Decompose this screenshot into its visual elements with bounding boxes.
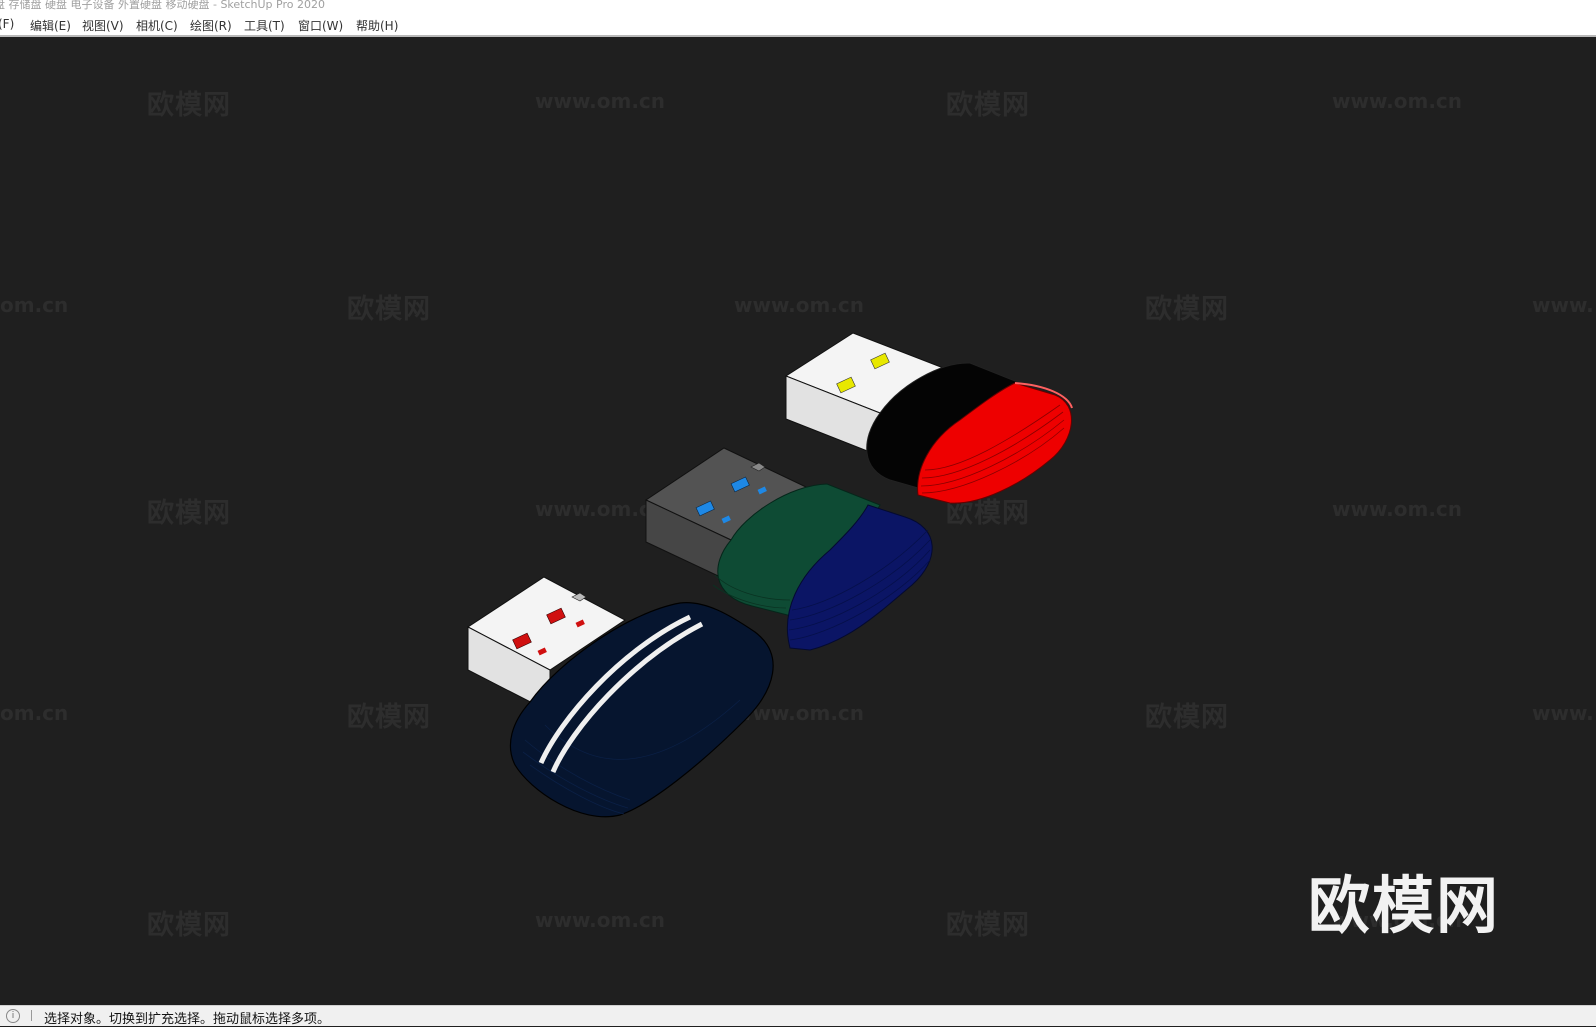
window-title-bar: 盘 存储盘 硬盘 电子设备 外置硬盘 移动硬盘 - SketchUp Pro 2… xyxy=(0,0,1596,14)
menu-file[interactable]: (F) xyxy=(0,17,14,31)
menu-bar: (F) 编辑(E) 视图(V) 相机(C) 绘图(R) 工具(T) 窗口(W) … xyxy=(0,14,1596,37)
menu-tools[interactable]: 工具(T) xyxy=(244,17,285,34)
menu-view[interactable]: 视图(V) xyxy=(82,17,124,34)
menu-help[interactable]: 帮助(H) xyxy=(356,17,398,34)
usb-drive-navy-striped[interactable] xyxy=(467,576,774,818)
menu-window[interactable]: 窗口(W) xyxy=(298,17,343,34)
window-title: 盘 存储盘 硬盘 电子设备 外置硬盘 移动硬盘 - SketchUp Pro 2… xyxy=(0,0,325,11)
menu-draw[interactable]: 绘图(R) xyxy=(190,17,232,34)
status-separator xyxy=(31,1010,32,1021)
brand-logo: 欧模网 xyxy=(1308,869,1501,942)
info-icon[interactable]: i xyxy=(6,1009,20,1023)
menu-edit[interactable]: 编辑(E) xyxy=(30,17,71,34)
status-message: 选择对象。切换到扩充选择。拖动鼠标选择多项。 xyxy=(44,1012,331,1027)
usb-drive-black-red[interactable] xyxy=(784,332,1073,504)
menu-camera[interactable]: 相机(C) xyxy=(136,17,178,34)
3d-viewport[interactable]: 欧模网 www.om.cn 欧模网 www.om.cn om.cn 欧模网 ww… xyxy=(0,37,1596,1005)
status-bar: i 选择对象。切换到扩充选择。拖动鼠标选择多项。 xyxy=(0,1005,1596,1027)
